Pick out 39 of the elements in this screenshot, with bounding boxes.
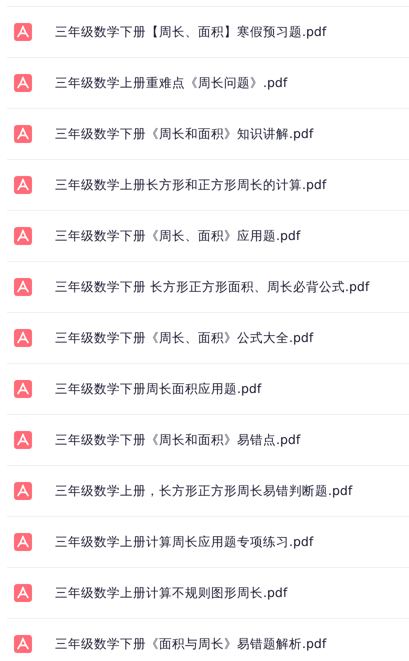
file-name: 三年级数学上册重难点《周长问题》.pdf (55, 74, 288, 92)
file-item[interactable]: 三年级数学下册《面积与周长》易错题解析.pdf (7, 618, 409, 661)
file-item[interactable]: 三年级数学上册，长方形正方形周长易错判断题.pdf (7, 465, 409, 516)
file-item[interactable]: 三年级数学上册长方形和正方形周长的计算.pdf (7, 159, 409, 210)
pdf-icon (14, 227, 32, 245)
file-item[interactable]: 三年级数学下册周长面积应用题.pdf (7, 363, 409, 414)
pdf-icon (14, 23, 32, 41)
file-item[interactable]: 三年级数学上册重难点《周长问题》.pdf (7, 57, 409, 108)
file-name: 三年级数学下册《周长和面积》知识讲解.pdf (55, 126, 314, 142)
file-item[interactable]: 三年级数学上册计算不规则图形周长.pdf (7, 567, 409, 618)
file-name: 三年级数学上册计算周长应用题专项练习.pdf (55, 534, 314, 550)
file-item[interactable]: 三年级数学下册《周长和面积》易错点.pdf (7, 414, 409, 465)
file-name: 三年级数学下册《周长和面积》易错点.pdf (55, 432, 300, 448)
pdf-icon (14, 482, 32, 500)
file-name: 三年级数学下册 长方形正方形面积、周长必背公式.pdf (55, 278, 370, 296)
pdf-icon (14, 125, 32, 143)
pdf-icon (14, 584, 32, 602)
pdf-icon (14, 329, 32, 347)
pdf-icon (14, 431, 32, 449)
file-item[interactable]: 三年级数学下册《周长和面积》知识讲解.pdf (7, 108, 409, 159)
file-item[interactable]: 三年级数学上册计算周长应用题专项练习.pdf (7, 516, 409, 567)
file-item[interactable]: 三年级数学下册《周长、面积》公式大全.pdf (7, 312, 409, 363)
file-item[interactable]: 三年级数学下册 长方形正方形面积、周长必背公式.pdf (7, 261, 409, 312)
file-item[interactable]: 三年级数学下册【周长、面积】寒假预习题.pdf (7, 6, 409, 57)
file-name: 三年级数学下册《面积与周长》易错题解析.pdf (55, 636, 326, 652)
pdf-icon (14, 380, 32, 398)
pdf-icon (14, 278, 32, 296)
file-name: 三年级数学上册长方形和正方形周长的计算.pdf (55, 176, 326, 194)
file-name: 三年级数学上册计算不规则图形周长.pdf (55, 584, 288, 602)
pdf-icon (14, 635, 32, 653)
pdf-icon (14, 74, 32, 92)
file-name: 三年级数学上册，长方形正方形周长易错判断题.pdf (55, 482, 352, 500)
file-name: 三年级数学下册周长面积应用题.pdf (55, 380, 262, 398)
file-item[interactable]: 三年级数学下册《周长、面积》应用题.pdf (7, 210, 409, 261)
file-name: 三年级数学下册《周长、面积》应用题.pdf (55, 228, 300, 244)
file-name: 三年级数学下册【周长、面积】寒假预习题.pdf (55, 24, 326, 40)
pdf-icon (14, 533, 32, 551)
file-name: 三年级数学下册《周长、面积》公式大全.pdf (55, 330, 314, 346)
pdf-icon (14, 176, 32, 194)
